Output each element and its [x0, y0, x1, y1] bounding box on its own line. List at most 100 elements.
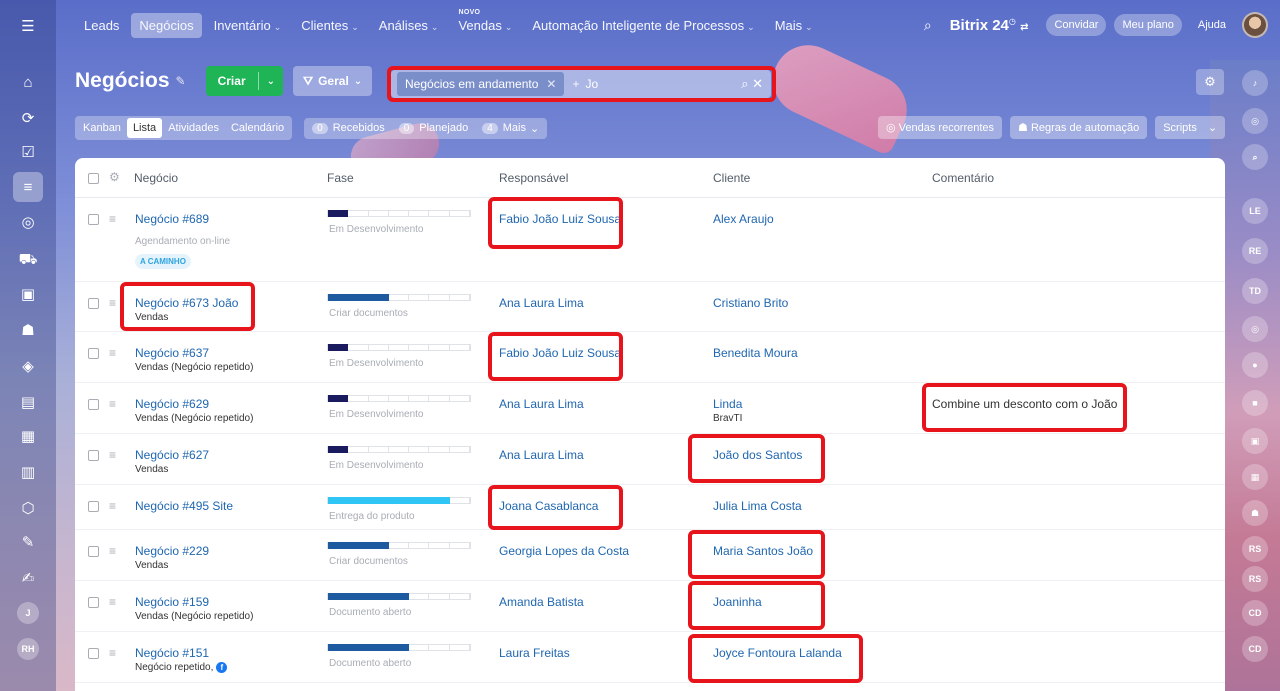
filter-tag[interactable]: Negócios em andamento ✕ [397, 72, 565, 96]
deal-link[interactable]: Negócio #495 Site [135, 499, 233, 513]
feed-icon[interactable]: ⟳ [16, 106, 40, 130]
nav-item-0[interactable]: Leads [76, 13, 127, 38]
scripts-button[interactable]: Scripts ⌄ [1155, 116, 1226, 139]
bell-icon[interactable]: ♪ [1242, 70, 1268, 96]
drag-handle-icon[interactable]: ≡ [109, 544, 116, 558]
row-checkbox[interactable] [88, 348, 99, 359]
table-row[interactable]: ≡ Negócio #627 Vendas Em Desenvolvimento Ana… [75, 434, 1225, 485]
row-checkbox[interactable] [88, 597, 99, 608]
stage-progress-bar[interactable] [327, 593, 471, 600]
drag-handle-icon[interactable]: ≡ [109, 296, 116, 310]
deal-link[interactable]: Negócio #151 [135, 646, 209, 660]
table-row[interactable]: ≡ Negócio #689 Agendamento on-line A CAMINH… [75, 198, 1225, 282]
select-all-checkbox[interactable] [88, 173, 99, 184]
user-avatar[interactable] [1242, 12, 1268, 38]
sign-icon[interactable]: ✍ [16, 566, 40, 590]
nav-item-7[interactable]: Mais ⌄ [767, 13, 821, 38]
nav-item-3[interactable]: Clientes ⌄ [293, 13, 367, 38]
automation-rules-button[interactable]: ☗ Regras de automação [1010, 116, 1148, 139]
store-icon[interactable]: ▤ [16, 390, 40, 414]
deal-link[interactable]: Negócio #673 João [135, 296, 238, 310]
rail-avatar[interactable]: TD [1242, 278, 1268, 304]
deal-link[interactable]: Negócio #689 [135, 212, 209, 226]
pin-icon[interactable]: ✎ [176, 74, 186, 88]
table-row[interactable]: ≡ Negócio #151 Negócio repetido, f Documento… [75, 632, 1225, 683]
counter-item[interactable]: 4 Mais ⌄ [482, 122, 539, 135]
owner-link[interactable]: Ana Laura Lima [499, 296, 584, 310]
stage-progress-bar[interactable] [327, 395, 471, 402]
stage-progress-bar[interactable] [327, 344, 471, 351]
rail-avatar[interactable]: CD [1242, 600, 1268, 626]
table-row[interactable]: ≡ Negócio #159 Vendas (Negócio repetido) Do… [75, 581, 1225, 632]
client-link[interactable]: Julia Lima Costa [713, 499, 802, 513]
edit-icon[interactable]: ✎ [16, 530, 40, 554]
column-header[interactable]: Negócio [134, 171, 178, 185]
stage-progress-bar[interactable] [327, 294, 471, 301]
deal-link[interactable]: Negócio #629 [135, 397, 209, 411]
rail-app-icon[interactable]: ◎ [1242, 316, 1268, 342]
client-link[interactable]: Linda [713, 397, 742, 411]
avatar[interactable]: J [17, 602, 39, 624]
column-header[interactable]: Responsável [499, 171, 568, 185]
row-checkbox[interactable] [88, 648, 99, 659]
drag-handle-icon[interactable]: ≡ [109, 346, 116, 360]
nav-item-6[interactable]: Automação Inteligente de Processos ⌄ [524, 13, 762, 38]
row-checkbox[interactable] [88, 501, 99, 512]
table-row[interactable]: ≡ Negócio #229 Vendas Criar documentos Georg… [75, 530, 1225, 581]
counter-item[interactable]: 0 Recebidos [312, 122, 385, 134]
search-icon[interactable]: ⌕ ✕ [741, 76, 763, 92]
rail-avatar[interactable]: RE [1242, 238, 1268, 264]
gear-icon[interactable]: ⚙ [1196, 69, 1224, 95]
sites-icon[interactable]: ▣ [16, 282, 40, 306]
home-icon[interactable]: ⌂ [16, 70, 40, 94]
deal-link[interactable]: Negócio #159 [135, 595, 209, 609]
cart-icon[interactable]: ⛟ [16, 248, 40, 272]
nav-item-5[interactable]: Vendas ⌄ NOVO [450, 9, 520, 38]
search-icon[interactable]: ⌕ [1242, 144, 1268, 170]
filter-preset-button[interactable]: ⛛ Geral ⌄ [293, 66, 373, 96]
avatar[interactable]: RH [17, 638, 39, 660]
column-header[interactable]: Fase [327, 171, 354, 185]
drag-handle-icon[interactable]: ≡ [109, 397, 116, 411]
chevron-down-icon[interactable]: ⌄ [259, 76, 283, 87]
stage-progress-bar[interactable] [327, 497, 471, 504]
deal-link[interactable]: Negócio #627 [135, 448, 209, 462]
tab-calendário[interactable]: Calendário [225, 118, 290, 138]
owner-link[interactable]: Georgia Lopes da Costa [499, 544, 629, 558]
menu-icon[interactable]: ☰ [16, 14, 40, 38]
stage-progress-bar[interactable] [327, 644, 471, 651]
recurring-sales-button[interactable]: ◎ Vendas recorrentes [878, 116, 1003, 139]
row-checkbox[interactable] [88, 214, 99, 225]
stage-progress-bar[interactable] [327, 210, 471, 217]
counter-item[interactable]: 0 Planejado [398, 122, 468, 134]
row-checkbox[interactable] [88, 450, 99, 461]
deal-link[interactable]: Negócio #637 [135, 346, 209, 360]
box-icon[interactable]: ◈ [16, 354, 40, 378]
owner-link[interactable]: Amanda Batista [499, 595, 584, 609]
owner-link[interactable]: Fabio João Luiz Sousa [499, 212, 621, 226]
rail-app-icon[interactable]: ■ [1242, 390, 1268, 416]
row-checkbox[interactable] [88, 399, 99, 410]
owner-link[interactable]: Joana Casablanca [499, 499, 598, 513]
brand-logo[interactable]: Bitrix 24◷ ⇄ [950, 17, 1029, 34]
tab-kanban[interactable]: Kanban [77, 118, 127, 138]
help-button[interactable]: Ajuda [1190, 14, 1234, 36]
calendar-icon[interactable]: ▦ [16, 424, 40, 448]
drag-handle-icon[interactable]: ≡ [109, 499, 116, 513]
table-row[interactable]: ≡ Negócio #629 Vendas (Negócio repetido) Em… [75, 383, 1225, 434]
table-row[interactable]: ≡ Negócio #673 João Vendas Criar documentos… [75, 282, 1225, 332]
drag-handle-icon[interactable]: ≡ [109, 212, 116, 226]
search-input[interactable]: Negócios em andamento ✕ + Jo ⌕ ✕ [391, 70, 771, 98]
search-icon[interactable]: ⌕ [924, 17, 932, 34]
owner-link[interactable]: Ana Laura Lima [499, 448, 584, 462]
rail-avatar[interactable]: RS [1242, 566, 1268, 592]
drag-handle-icon[interactable]: ≡ [109, 448, 116, 462]
rail-avatar[interactable]: RS [1242, 536, 1268, 562]
settings-hex-icon[interactable]: ⬡ [16, 496, 40, 520]
chat-icon[interactable]: ◎ [1242, 108, 1268, 134]
rail-app-icon[interactable]: ▣ [1242, 428, 1268, 454]
create-button[interactable]: Criar ⌄ [205, 66, 283, 96]
table-row[interactable]: ≡ Negócio #637 Vendas (Negócio repetido) Em… [75, 332, 1225, 383]
gear-icon[interactable]: ⚙ [109, 170, 120, 184]
owner-link[interactable]: Ana Laura Lima [499, 397, 584, 411]
